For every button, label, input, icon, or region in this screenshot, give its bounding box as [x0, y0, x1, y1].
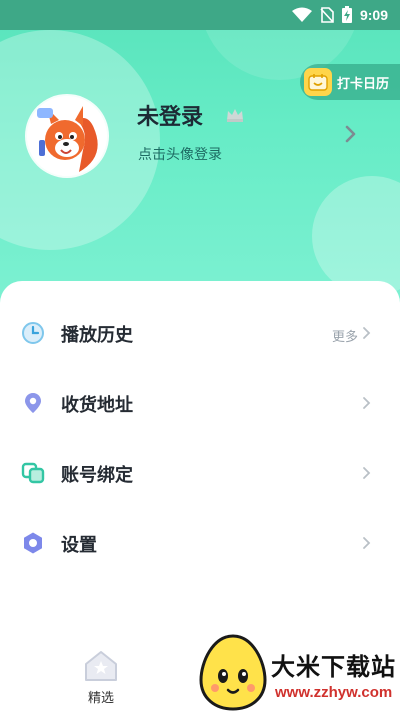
battery-charging-icon — [341, 6, 352, 23]
checkin-label: 打卡日历 — [337, 77, 390, 92]
link-icon — [21, 462, 45, 484]
chevron-right-icon — [363, 537, 371, 549]
menu-label: 播放历史 — [61, 325, 133, 346]
calendar-face-icon — [304, 68, 332, 96]
settings-hexagon-icon — [24, 532, 42, 554]
chevron-right-icon — [363, 327, 371, 339]
egg-mascot-logo — [199, 634, 267, 711]
username[interactable]: 未登录 — [137, 99, 203, 131]
menu-label: 设置 — [61, 535, 97, 556]
location-pin-icon — [25, 393, 41, 413]
status-time: 9:09 — [359, 6, 388, 23]
tab-featured[interactable]: 精选 — [76, 650, 126, 706]
menu-label: 账号绑定 — [61, 465, 133, 486]
menu-item-account-binding[interactable]: 账号绑定 — [0, 445, 400, 501]
login-hint[interactable]: 点击头像登录 — [138, 144, 222, 164]
home-icon — [85, 651, 117, 681]
watermark-title: 大米下载站 — [271, 653, 396, 681]
watermark-url: www.zzhyw.com — [275, 684, 393, 701]
chevron-right-icon — [363, 467, 371, 479]
more-link[interactable]: 更多 — [332, 326, 358, 345]
checkin-calendar-button[interactable]: 打卡日历 — [300, 64, 400, 100]
menu-item-play-history[interactable]: 播放历史 更多 — [0, 305, 400, 361]
menu-item-settings[interactable]: 设置 — [0, 515, 400, 571]
squirrel-mascot-icon — [27, 96, 107, 176]
menu-item-shipping-address[interactable]: 收货地址 — [0, 375, 400, 431]
clock-icon — [22, 322, 44, 344]
status-bar: 9:09 — [0, 0, 400, 30]
menu-label: 收货地址 — [61, 395, 133, 416]
wifi-icon — [291, 7, 312, 22]
site-watermark: 大米下载站 www.zzhyw.com — [195, 630, 400, 711]
tab-label: 精选 — [87, 691, 114, 706]
chevron-right-icon[interactable] — [344, 124, 358, 144]
chevron-right-icon — [363, 397, 371, 409]
avatar[interactable] — [27, 96, 107, 176]
no-sim-icon — [320, 6, 334, 23]
vip-crown-icon — [227, 109, 243, 122]
